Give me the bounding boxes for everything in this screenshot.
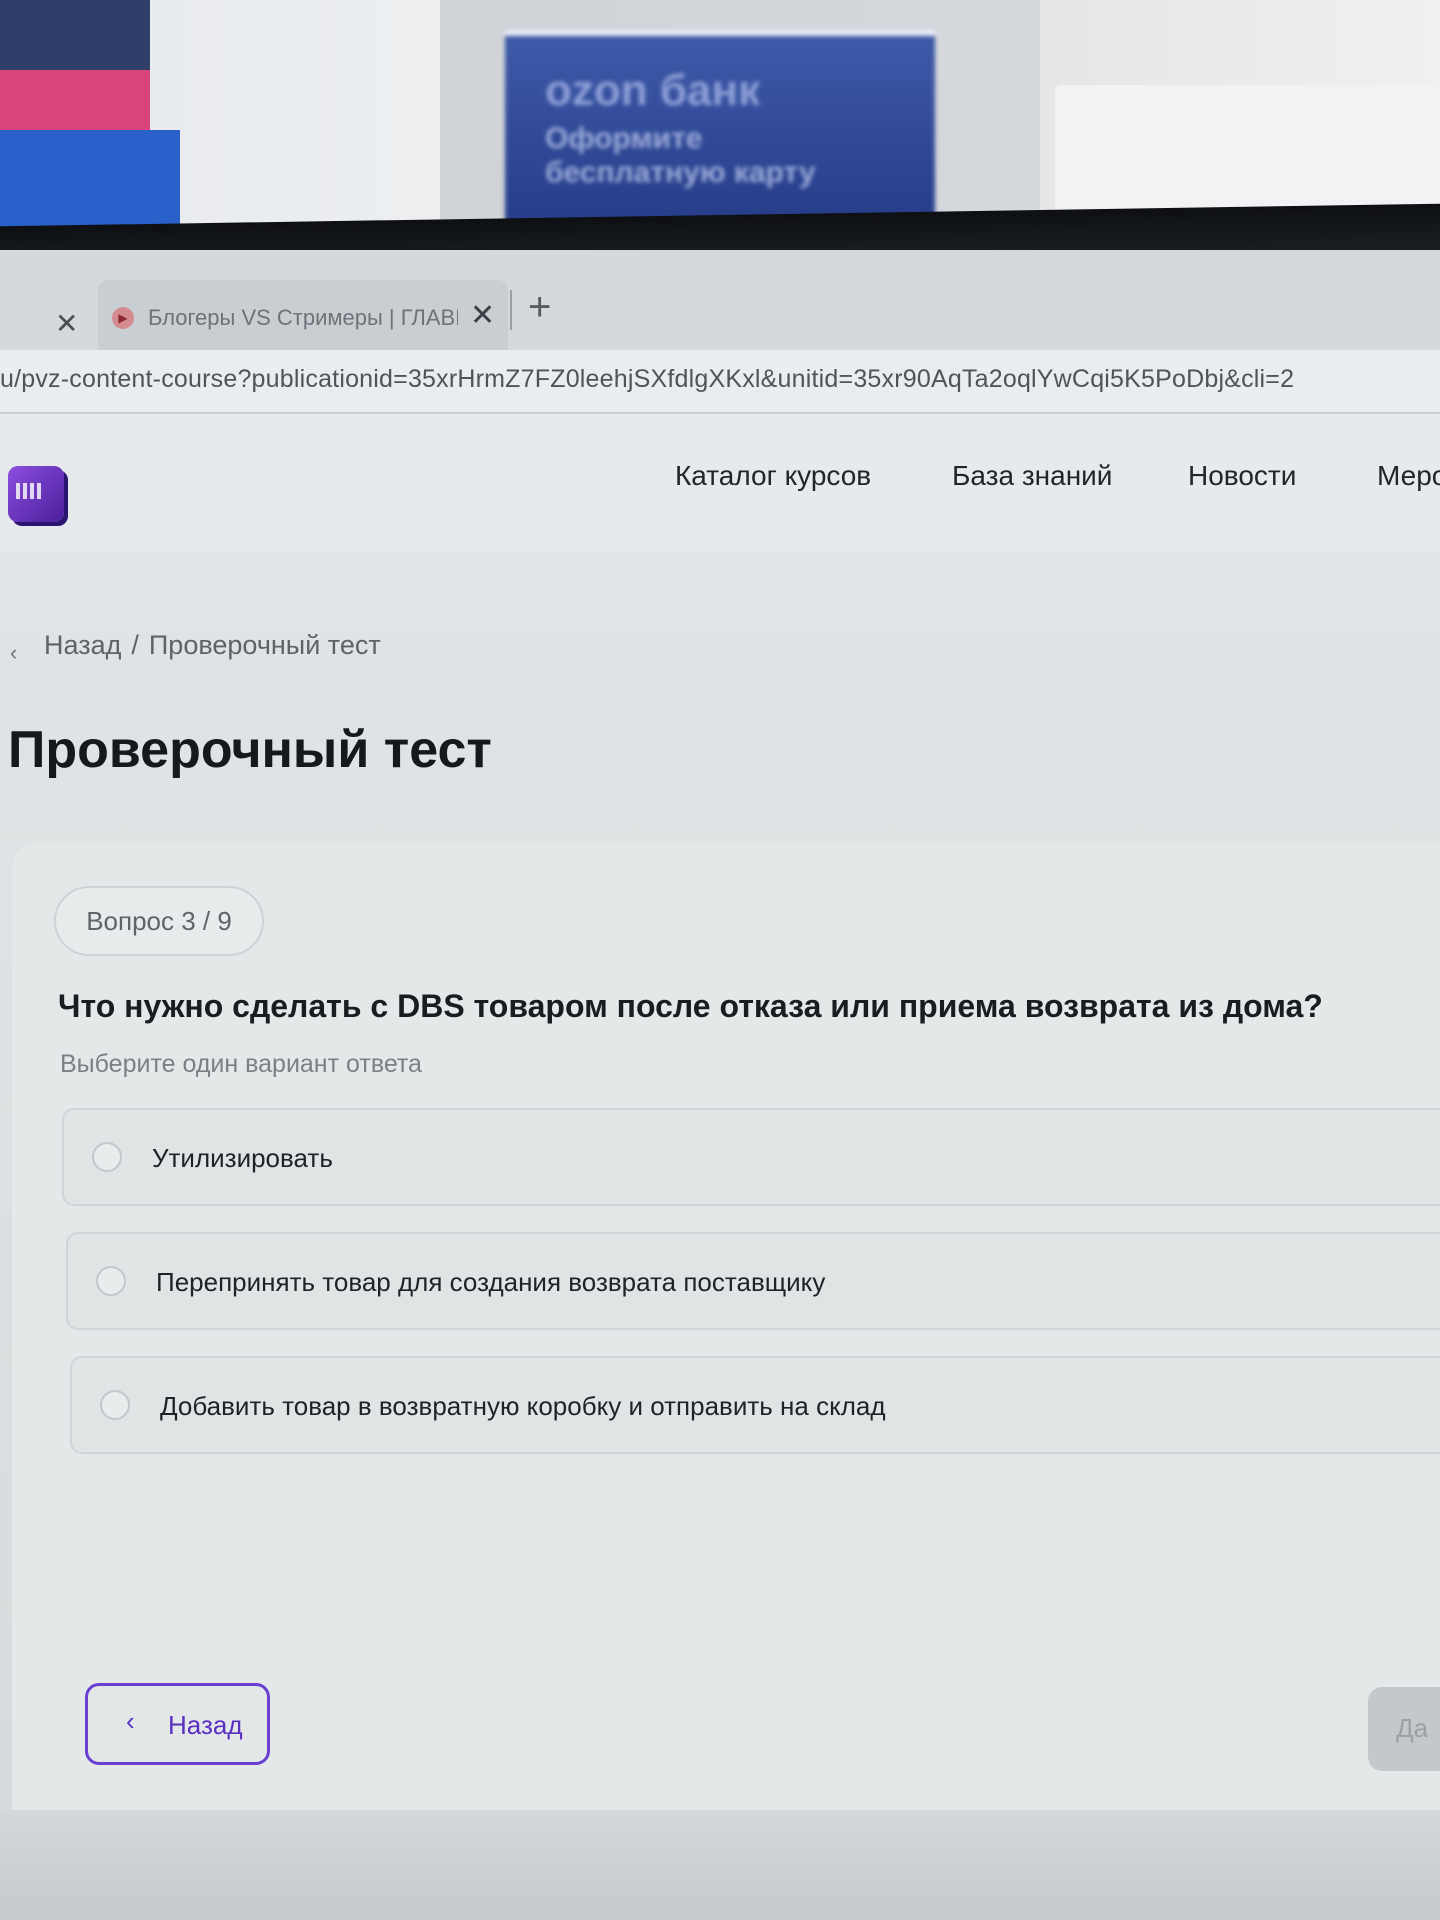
answer-option-label: Перепринять товар для создания возврата … — [156, 1267, 826, 1297]
background-decor — [0, 70, 150, 130]
tab-title: Блогеры VS Стримеры | ГЛАВНЫ — [148, 305, 458, 330]
nav-item-news[interactable]: Новости — [1188, 460, 1296, 492]
nav-item-catalog[interactable]: Каталог курсов — [675, 460, 871, 492]
answer-option[interactable]: Добавить товар в возвратную коробку и от… — [70, 1356, 1440, 1454]
site-logo-icon[interactable] — [8, 466, 64, 522]
next-button[interactable]: Да — [1368, 1687, 1440, 1771]
question-progress-badge: Вопрос 3 / 9 — [54, 886, 264, 956]
radio-button[interactable] — [92, 1142, 122, 1172]
close-tab-icon[interactable]: ✕ — [470, 298, 495, 333]
tab-separator — [510, 290, 512, 330]
chevron-left-icon[interactable]: ‹ — [10, 640, 17, 666]
breadcrumb-back-link[interactable]: Назад — [44, 630, 121, 660]
breadcrumb-separator: / — [131, 630, 139, 660]
back-button[interactable]: ‹ Назад — [85, 1683, 270, 1765]
background-banner: ozon банк Оформите бесплатную карту — [505, 30, 935, 240]
answer-option-label: Утилизировать — [152, 1143, 333, 1173]
nav-item-knowledge-base[interactable]: База знаний — [952, 460, 1112, 492]
banner-line: бесплатную карту — [545, 156, 816, 189]
back-button-label: Назад — [168, 1710, 243, 1740]
nav-item-events[interactable]: Меро — [1377, 460, 1440, 492]
new-tab-icon[interactable]: + — [528, 285, 551, 330]
answer-option[interactable]: Утилизировать — [62, 1108, 1440, 1206]
url-text[interactable]: u/pvz-content-course?publicationid=35xrH… — [0, 365, 1294, 394]
answer-option[interactable]: Перепринять товар для создания возврата … — [66, 1232, 1440, 1330]
monitor-screen: ✕ ▶ Блогеры VS Стримеры | ГЛАВНЫ ✕ + u/p… — [0, 250, 1440, 1920]
answer-hint: Выберите один вариант ответа — [60, 1050, 422, 1078]
next-button-label: Да — [1396, 1713, 1429, 1743]
banner-line: ozon банк — [545, 66, 761, 115]
chevron-left-icon: ‹ — [126, 1706, 135, 1736]
video-favicon-icon: ▶ — [112, 307, 134, 329]
breadcrumb-current: Проверочный тест — [148, 630, 381, 660]
screen-bottom — [0, 1810, 1440, 1920]
breadcrumb: Назад / Проверочный тест — [44, 630, 381, 661]
radio-button[interactable] — [96, 1266, 126, 1296]
close-tab-icon[interactable]: ✕ — [55, 307, 78, 340]
radio-button[interactable] — [100, 1390, 130, 1420]
page-title: Проверочный тест — [8, 721, 492, 779]
banner-line: Оформите — [545, 122, 703, 155]
question-text: Что нужно сделать с DBS товаром после от… — [58, 988, 1323, 1024]
answer-option-label: Добавить товар в возвратную коробку и от… — [160, 1391, 886, 1421]
